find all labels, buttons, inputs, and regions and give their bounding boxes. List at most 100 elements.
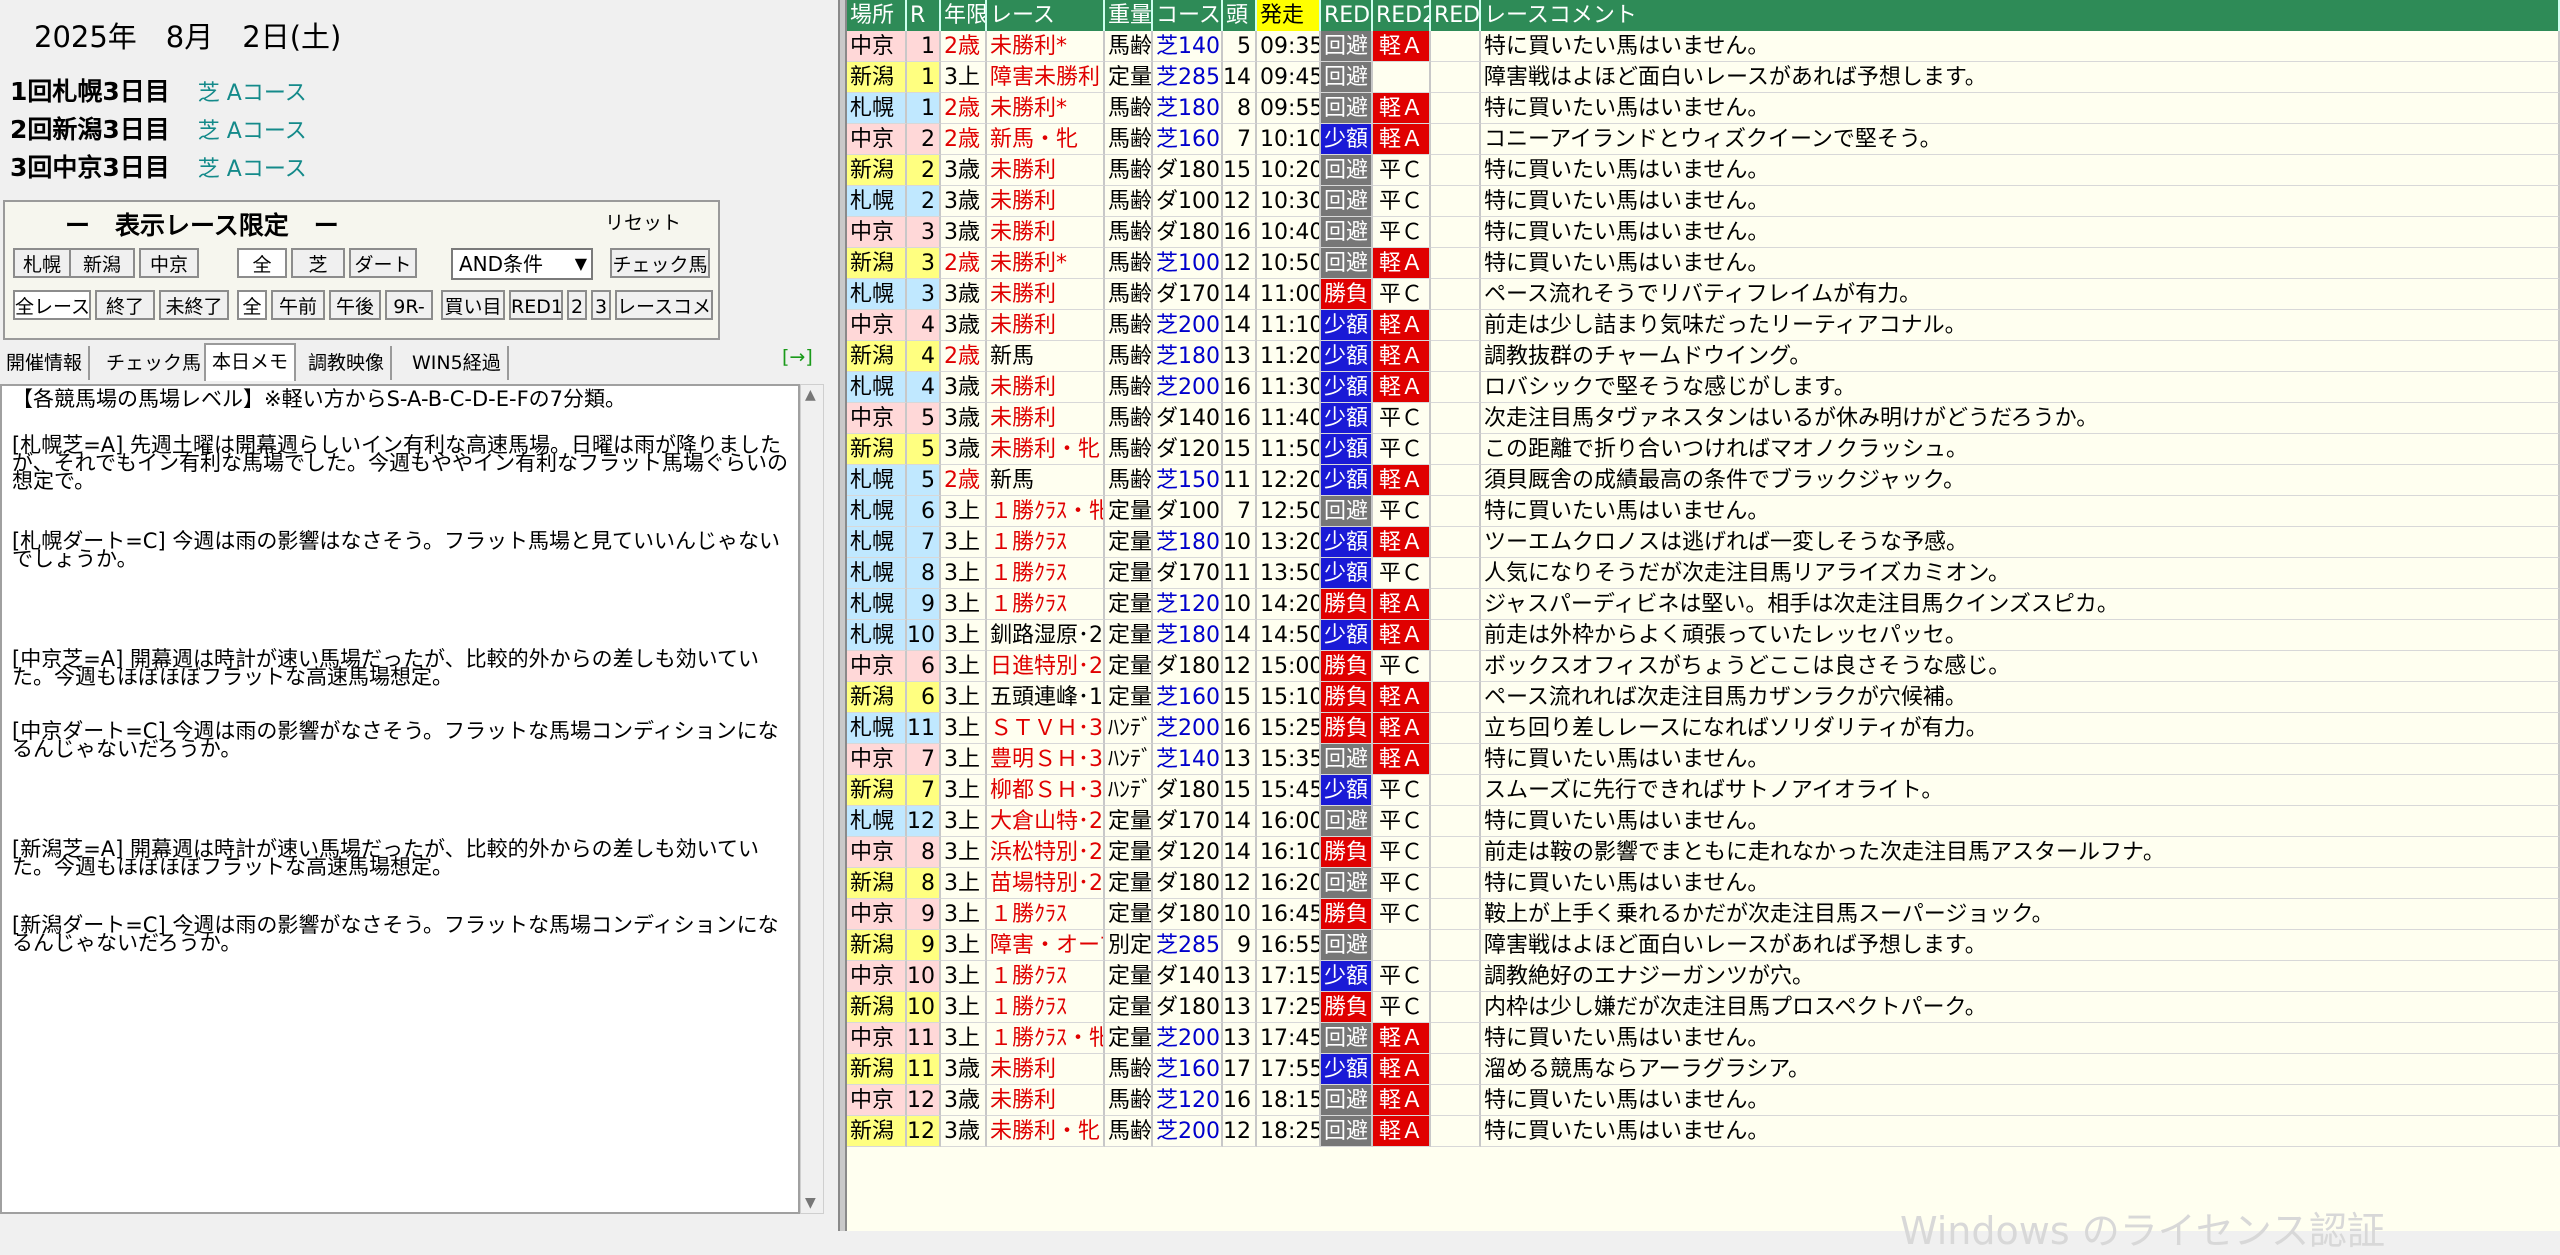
table-row[interactable]: 新潟13上障害未勝利定量芝28501409:45回避 障害戦はよほど面白いレースが… <box>847 62 2560 93</box>
table-row[interactable]: 札幌73上１勝ｸﾗｽ定量芝18001013:20少額軽Ａ ツーエムクロノスは逃げれ… <box>847 527 2560 558</box>
race-cell: 10 <box>907 992 941 1023</box>
race-cell: 未勝利・牝 <box>987 434 1105 465</box>
filter-button[interactable]: 芝 <box>291 248 345 278</box>
race-cell <box>1431 155 1481 186</box>
expand-arrow-button[interactable]: [→] <box>782 346 813 368</box>
filter-button[interactable]: 買い目 <box>441 290 505 320</box>
scroll-up-icon[interactable]: ▲ <box>805 387 816 403</box>
race-cell: 未勝利 <box>987 1085 1105 1116</box>
table-row[interactable]: 札幌12歳未勝利*馬齢芝1800809:55回避軽Ａ 特に買いたい馬はいません。 <box>847 93 2560 124</box>
filter-button[interactable]: 3 <box>591 290 611 320</box>
filter-button[interactable]: チェック馬 <box>610 248 710 278</box>
race-cell: 前走は外枠からよく頑張っていたレッセパッセ。 <box>1481 620 2560 651</box>
filter-button[interactable]: 新潟 <box>69 248 135 278</box>
table-row[interactable]: 中京33歳未勝利馬齢ダ18001610:40回避平Ｃ 特に買いたい馬はいません。 <box>847 217 2560 248</box>
column-header[interactable]: 頭 <box>1223 0 1257 31</box>
column-header[interactable]: R <box>907 0 941 31</box>
filter-button[interactable]: レースコメ <box>615 290 713 320</box>
table-row[interactable]: 新潟23歳未勝利馬齢ダ18001510:20回避平Ｃ 特に買いたい馬はいません。 <box>847 155 2560 186</box>
table-row[interactable]: 中京93上１勝ｸﾗｽ定量ダ18001016:45勝負平Ｃ 鞍上が上手く乗れるかだが… <box>847 899 2560 930</box>
race-cell: 3歳 <box>941 279 987 310</box>
table-row[interactable]: 新潟63上五頭連峰･1勝定量芝16001515:10勝負軽Ａ ペース流れれば次走注… <box>847 682 2560 713</box>
filter-button[interactable]: 全 <box>237 290 267 320</box>
table-row[interactable]: 新潟93上障害・オープ別定芝2850916:55回避障害戦はよほど面白いレースが… <box>847 930 2560 961</box>
filter-button[interactable]: 中京 <box>139 248 199 278</box>
filter-button[interactable]: ダート <box>349 248 417 278</box>
tab-1[interactable]: チェック馬 <box>100 346 210 380</box>
table-row[interactable]: 中京83上浜松特別･2勝定量ダ12001416:10勝負平Ｃ 前走は鞍の影響でまと… <box>847 837 2560 868</box>
race-cell: １勝ｸﾗｽ・牝 <box>987 1023 1105 1054</box>
filter-button[interactable]: 未終了 <box>159 290 229 320</box>
table-row[interactable]: 新潟53歳未勝利・牝馬齢ダ12001511:50少額平Ｃ この距離で折り合いつけれ… <box>847 434 2560 465</box>
table-row[interactable]: 札幌63上１勝ｸﾗｽ・牝定量ダ1000712:50回避平Ｃ 特に買いたい馬はいませ… <box>847 496 2560 527</box>
race-cell: 勝負 <box>1321 837 1373 868</box>
filter-button[interactable]: 全 <box>237 248 287 278</box>
tab-4[interactable]: WIN5経過 <box>406 346 509 380</box>
table-row[interactable]: 中京63上日進特別･2勝定量ダ18001215:00勝負平Ｃ ボックスオフィスがち… <box>847 651 2560 682</box>
table-row[interactable]: 新潟32歳未勝利*馬齢芝10001210:50回避軽Ａ 特に買いたい馬はいません。 <box>847 248 2560 279</box>
table-row[interactable]: 新潟123歳未勝利・牝馬齢芝20001218:25回避軽Ａ特に買いたい馬はいませ… <box>847 1116 2560 1147</box>
race-cell: 回避 <box>1321 93 1373 124</box>
table-row[interactable]: 中京123歳未勝利馬齢芝12001618:15回避軽Ａ 特に買いたい馬はいません。 <box>847 1085 2560 1116</box>
race-cell: １勝ｸﾗｽ・牝 <box>987 496 1105 527</box>
table-row[interactable]: 中京103上１勝ｸﾗｽ定量ダ14001317:15少額平Ｃ 調教絶好のエナジーガン… <box>847 961 2560 992</box>
table-row[interactable]: 札幌52歳新馬馬齢芝15001112:20少額軽Ａ 須貝厩舎の成績最高の条件でブラ… <box>847 465 2560 496</box>
table-row[interactable]: 新潟42歳新馬馬齢芝18001311:20少額軽Ａ 調教抜群のチャームドウイング。 <box>847 341 2560 372</box>
table-row[interactable]: 札幌123上大倉山特･2勝定量ダ17001416:00回避平Ｃ 特に買いたい馬はい… <box>847 806 2560 837</box>
table-row[interactable]: 新潟113歳未勝利馬齢芝16001717:55少額軽Ａ 溜める競馬ならアーラグラシ… <box>847 1054 2560 1085</box>
column-header[interactable]: レース <box>987 0 1105 31</box>
filter-button[interactable]: 午後 <box>329 290 381 320</box>
race-cell: 回避 <box>1321 31 1373 62</box>
table-row[interactable]: 中京113上１勝ｸﾗｽ・牝定量芝20001317:45回避軽Ａ 特に買いたい馬はい… <box>847 1023 2560 1054</box>
table-row[interactable]: 札幌33歳未勝利馬齢ダ17001411:00勝負平Ｃ ペース流れそうでリバティフレ… <box>847 279 2560 310</box>
filter-button[interactable]: 午前 <box>271 290 325 320</box>
column-header[interactable]: 場所 <box>847 0 907 31</box>
filter-button[interactable]: 札幌 <box>13 248 71 278</box>
memo-scrollbar[interactable]: ▲ ▼ <box>800 384 824 1214</box>
column-header[interactable]: 発走 <box>1257 0 1321 31</box>
table-row[interactable]: 新潟103上１勝ｸﾗｽ定量ダ18001317:25勝負平Ｃ 内枠は少し嫌だが次走注… <box>847 992 2560 1023</box>
race-cell: 札幌 <box>847 186 907 217</box>
column-header[interactable]: コース <box>1153 0 1223 31</box>
column-header[interactable]: RED2 <box>1373 0 1431 31</box>
race-cell: スムーズに先行できればサトノアイオライト。 <box>1481 775 2560 806</box>
table-row[interactable]: 中京73上豊明ＳＨ･3勝ﾊﾝﾃﾞ芝14001315:35回避軽Ａ 特に買いたい馬は… <box>847 744 2560 775</box>
column-header[interactable]: RED3 <box>1431 0 1481 31</box>
table-row[interactable]: 中京53歳未勝利馬齢ダ14001611:40少額平Ｃ 次走注目馬タヴァネスタンはい… <box>847 403 2560 434</box>
column-header[interactable]: 重量 <box>1105 0 1153 31</box>
tab-3[interactable]: 調教映像 <box>302 346 393 380</box>
table-row[interactable]: 札幌43歳未勝利馬齢芝20001611:30少額軽Ａ ロバシックで堅そうな感じがし… <box>847 372 2560 403</box>
table-row[interactable]: 新潟83上苗場特別･2勝定量ダ18001216:20回避平Ｃ 特に買いたい馬はいま… <box>847 868 2560 899</box>
table-row[interactable]: 中京22歳新馬・牝馬齢芝1600710:10少額軽Ａ コニーアイランドとウィズクイ… <box>847 124 2560 155</box>
table-row[interactable]: 札幌103上釧路湿原･2勝定量芝18001414:50少額軽Ａ 前走は外枠からよく… <box>847 620 2560 651</box>
memo-paragraph: [新潟ダート=C] 今週は雨の影響がなさそう。フラットな馬場コンディションになる… <box>12 913 779 955</box>
race-cell: 15:00 <box>1257 651 1321 682</box>
filter-button[interactable]: 9R- <box>385 290 433 320</box>
column-header[interactable]: レースコメント <box>1481 0 2560 31</box>
scroll-down-icon[interactable]: ▼ <box>805 1195 816 1211</box>
filter-reset-button[interactable]: リセット <box>605 208 681 235</box>
tab-0[interactable]: 開催情報 <box>0 346 91 380</box>
table-row[interactable]: 中京43歳未勝利馬齢芝20001411:10少額軽Ａ 前走は少し詰まり気味だったリ… <box>847 310 2560 341</box>
condition-select[interactable]: AND条件 ▼ <box>451 248 593 280</box>
filter-button[interactable]: 終了 <box>95 290 155 320</box>
grid-header: 場所R年限レース重量コース頭発走RED1RED2RED3レースコメント <box>847 0 2560 31</box>
race-cell: ダ1200 <box>1153 434 1223 465</box>
race-cell: 11 <box>907 713 941 744</box>
panel-splitter[interactable] <box>838 0 847 1231</box>
table-row[interactable]: 札幌23歳未勝利馬齢ダ10001210:30回避平Ｃ 特に買いたい馬はいません。 <box>847 186 2560 217</box>
filter-button[interactable]: RED1 <box>509 290 563 320</box>
column-header[interactable]: RED1 <box>1321 0 1373 31</box>
race-cell: 軽Ａ <box>1373 589 1431 620</box>
table-row[interactable]: 中京12歳未勝利*馬齢芝1400509:35回避軽Ａ 特に買いたい馬はいません。 <box>847 31 2560 62</box>
table-row[interactable]: 札幌93上１勝ｸﾗｽ定量芝12001014:20勝負軽Ａ ジャスパーディビネは堅い… <box>847 589 2560 620</box>
column-header[interactable]: 年限 <box>941 0 987 31</box>
filter-button[interactable]: 全レース <box>13 290 91 320</box>
tab-2[interactable]: 本日メモ <box>204 343 297 381</box>
table-row[interactable]: 札幌83上１勝ｸﾗｽ定量ダ17001113:50少額平Ｃ 人気になりそうだが次走注… <box>847 558 2560 589</box>
memo-textarea[interactable]: 【各競馬場の馬場レベル】※軽い方からS-A-B-C-D-E-Fの7分類。 [札幌芝… <box>0 384 800 1214</box>
table-row[interactable]: 新潟73上柳都ＳＨ･3勝ﾊﾝﾃﾞダ18001515:45少額平Ｃ スムーズに先行で… <box>847 775 2560 806</box>
race-cell: 芝1400 <box>1153 744 1223 775</box>
filter-button[interactable]: 2 <box>567 290 587 320</box>
table-row[interactable]: 札幌113上ＳＴＶＨ･3勝ﾊﾝﾃﾞ芝20001615:25勝負軽Ａ 立ち回り差しレ… <box>847 713 2560 744</box>
